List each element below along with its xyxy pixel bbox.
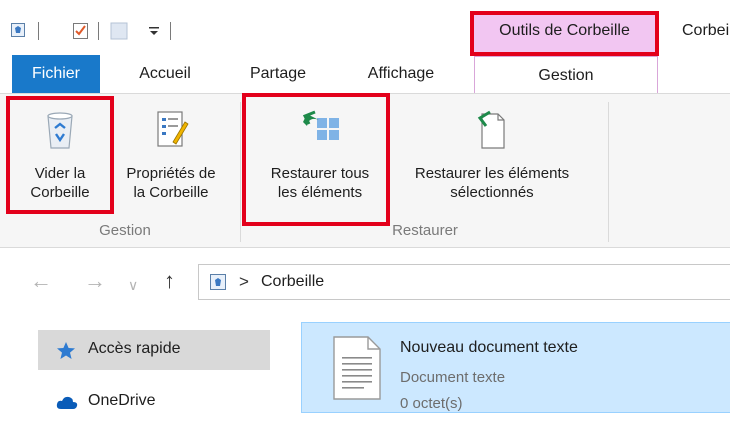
quick-access-separator bbox=[170, 22, 171, 40]
file-size: 0 octet(s) bbox=[400, 395, 463, 412]
address-row: ← → ∨ ↑ > Corbeille bbox=[0, 252, 730, 314]
empty-recycle-bin-button[interactable]: Vider la Corbeille bbox=[10, 102, 110, 214]
properties-label-1: Propriétés de bbox=[126, 165, 216, 182]
recent-locations-chevron-icon[interactable]: ∨ bbox=[128, 274, 138, 296]
ribbon-tabs: Fichier Accueil Partage Affichage Gestio… bbox=[0, 55, 730, 94]
context-tab-header-label: Outils de Corbeille bbox=[499, 22, 630, 39]
restore-all-icon bbox=[297, 108, 343, 152]
group-separator bbox=[240, 102, 241, 242]
quick-access-separator bbox=[38, 22, 39, 40]
forward-arrow-icon[interactable]: → bbox=[84, 270, 106, 292]
recycle-bin-properties-button[interactable]: Propriétés de la Corbeille bbox=[112, 102, 230, 214]
properties-label-2: la Corbeille bbox=[133, 184, 209, 201]
cloud-icon bbox=[56, 396, 78, 415]
group-label-restaurer: Restaurer bbox=[392, 222, 458, 239]
navigation-pane: Accès rapide OneDrive bbox=[0, 314, 285, 413]
tab-gestion[interactable]: Gestion bbox=[474, 56, 658, 94]
tab-fichier[interactable]: Fichier bbox=[12, 55, 100, 93]
properties-check-icon[interactable] bbox=[72, 22, 88, 39]
recycle-bin-small-icon bbox=[209, 273, 227, 296]
file-item[interactable]: Nouveau document texte Document texte 0 … bbox=[301, 322, 730, 413]
restore-selected-label-2: sélectionnés bbox=[450, 184, 534, 201]
tab-accueil[interactable]: Accueil bbox=[118, 55, 212, 93]
quick-access-customize-icon[interactable] bbox=[148, 25, 160, 39]
quick-access-separator bbox=[98, 22, 99, 40]
breadcrumb-separator[interactable]: > bbox=[239, 272, 249, 292]
recycle-bin-small-icon[interactable] bbox=[10, 22, 26, 38]
ribbon-panel: Vider la Corbeille Propriétés de la Corb… bbox=[0, 93, 730, 248]
tab-affichage[interactable]: Affichage bbox=[344, 55, 458, 93]
new-folder-icon[interactable] bbox=[110, 22, 128, 40]
restore-all-label-2: les éléments bbox=[277, 184, 363, 201]
restore-selected-icon bbox=[474, 108, 510, 152]
empty-recycle-bin-label-2: Corbeille bbox=[30, 184, 90, 201]
tab-partage[interactable]: Partage bbox=[230, 55, 326, 93]
nav-item-quick-access[interactable]: Accès rapide bbox=[38, 330, 270, 370]
title-bar: Outils de Corbeille Corbeille bbox=[0, 0, 730, 55]
file-type: Document texte bbox=[400, 369, 506, 386]
file-list: Nouveau document texte Document texte 0 … bbox=[285, 314, 730, 413]
group-separator bbox=[608, 102, 609, 242]
empty-recycle-bin-label-1: Vider la bbox=[34, 165, 86, 182]
address-bar[interactable]: > Corbeille bbox=[198, 264, 730, 300]
window-title: Corbeille bbox=[682, 22, 730, 39]
breadcrumb-location[interactable]: Corbeille bbox=[261, 273, 324, 291]
context-tab-header: Outils de Corbeille bbox=[473, 14, 656, 54]
up-arrow-icon[interactable]: ↑ bbox=[164, 270, 175, 292]
nav-item-onedrive[interactable]: OneDrive bbox=[38, 382, 270, 422]
text-document-icon bbox=[332, 335, 382, 406]
nav-item-label: Accès rapide bbox=[88, 340, 181, 357]
restore-all-label-1: Restaurer tous bbox=[270, 165, 370, 182]
back-arrow-icon[interactable]: ← bbox=[30, 270, 52, 292]
nav-item-label: OneDrive bbox=[88, 392, 156, 409]
group-label-gestion: Gestion bbox=[99, 222, 151, 239]
restore-all-button[interactable]: Restaurer tous les éléments bbox=[250, 102, 390, 214]
star-icon bbox=[56, 341, 76, 366]
recycle-bin-icon bbox=[42, 108, 78, 152]
restore-selected-button[interactable]: Restaurer les éléments sélectionnés bbox=[392, 102, 592, 214]
properties-icon bbox=[153, 108, 189, 152]
restore-selected-label-1: Restaurer les éléments bbox=[414, 165, 570, 182]
file-name: Nouveau document texte bbox=[400, 339, 578, 356]
